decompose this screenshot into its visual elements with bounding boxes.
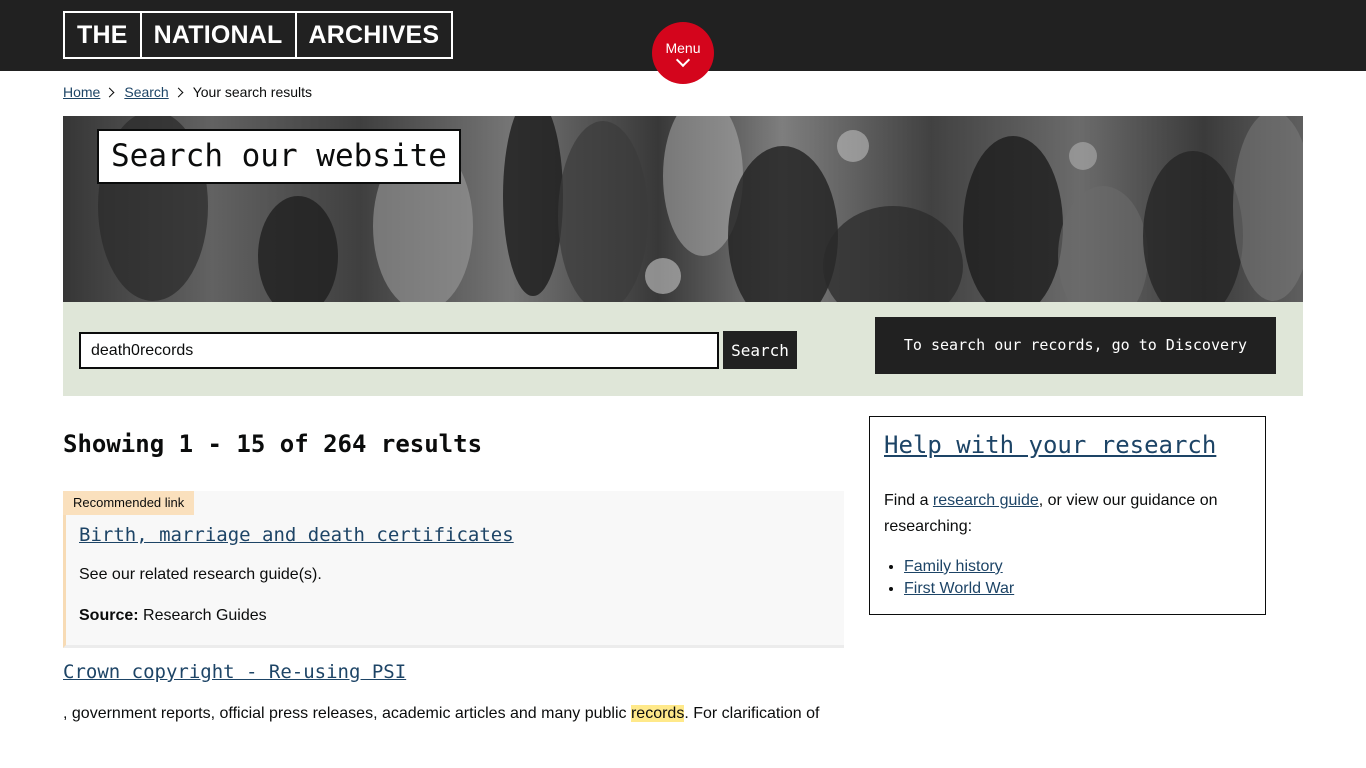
results-count: Showing 1 - 15 of 264 results: [63, 430, 483, 458]
discovery-button[interactable]: To search our records, go to Discovery: [875, 317, 1276, 374]
search-input[interactable]: [79, 332, 719, 369]
snippet-highlight: records: [630, 705, 685, 722]
logo-word-national: NATIONAL: [139, 13, 295, 57]
help-links-list: Family history First World War: [904, 556, 1014, 600]
hero-title: Search our website: [97, 129, 461, 184]
chevron-right-icon: [173, 87, 184, 97]
help-text-before: Find a: [884, 492, 933, 509]
snippet-after: . For clarification of: [684, 705, 820, 722]
recommended-description: See our related research guide(s).: [79, 566, 322, 583]
result-snippet: , government reports, official press rel…: [63, 701, 844, 726]
breadcrumb-home-link[interactable]: Home: [63, 84, 100, 100]
hero-banner: Search our website: [63, 116, 1303, 302]
recommended-tag: Recommended link: [63, 491, 195, 515]
logo-word-archives: ARCHIVES: [294, 13, 452, 57]
national-archives-logo[interactable]: THE NATIONAL ARCHIVES: [63, 11, 454, 59]
breadcrumb: Home Search Your search results: [63, 84, 312, 100]
breadcrumb-search-link[interactable]: Search: [124, 84, 168, 100]
search-button[interactable]: Search: [723, 331, 797, 369]
source-label: Source:: [79, 607, 139, 624]
menu-button[interactable]: Menu: [652, 22, 714, 84]
help-title-link[interactable]: Help with your research: [884, 431, 1216, 459]
help-text: Find a research guide, or view our guida…: [884, 488, 1254, 540]
recommended-source: Source: Research Guides: [79, 607, 267, 625]
list-item: First World War: [904, 578, 1014, 600]
family-history-link[interactable]: Family history: [904, 558, 1003, 575]
recommended-result-link[interactable]: Birth, marriage and death certificates: [79, 524, 514, 546]
recommended-link-card: Recommended link Birth, marriage and dea…: [63, 491, 844, 648]
search-band: Search To search our records, go to Disc…: [63, 302, 1303, 396]
research-guide-link[interactable]: research guide: [933, 492, 1039, 509]
result-link[interactable]: Crown copyright - Re-using PSI: [63, 661, 406, 683]
list-item: Family history: [904, 556, 1014, 578]
chevron-right-icon: [104, 87, 115, 97]
logo-word-the: THE: [77, 21, 128, 49]
source-value: Research Guides: [143, 607, 267, 624]
first-world-war-link[interactable]: First World War: [904, 580, 1014, 597]
snippet-before: , government reports, official press rel…: [63, 705, 631, 722]
help-research-panel: Help with your research Find a research …: [869, 416, 1266, 615]
breadcrumb-current: Your search results: [192, 84, 313, 100]
